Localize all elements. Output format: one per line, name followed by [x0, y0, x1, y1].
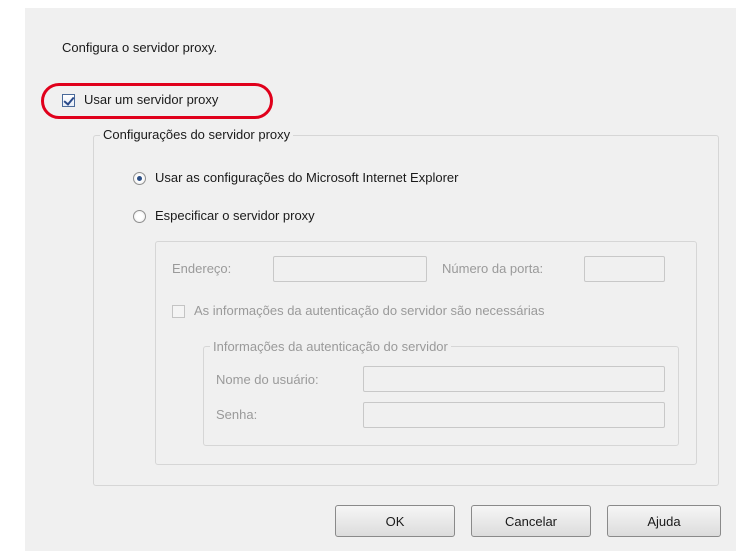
port-input[interactable]: [584, 256, 665, 282]
radio-use-ie-settings[interactable]: [133, 172, 146, 185]
cancel-button[interactable]: Cancelar: [471, 505, 591, 537]
auth-required-checkbox[interactable]: [172, 305, 185, 318]
use-proxy-label[interactable]: Usar um servidor proxy: [84, 92, 218, 108]
auth-info-title: Informações da autenticação do servidor: [210, 339, 451, 355]
auth-required-label[interactable]: As informações da autenticação do servid…: [194, 303, 544, 319]
auth-info-group: [203, 346, 679, 446]
help-button[interactable]: Ajuda: [607, 505, 721, 537]
password-input[interactable]: [363, 402, 665, 428]
use-proxy-checkbox[interactable]: [62, 94, 75, 107]
dialog-description: Configura o servidor proxy.: [62, 40, 218, 55]
address-input[interactable]: [273, 256, 427, 282]
username-input[interactable]: [363, 366, 665, 392]
address-label: Endereço:: [172, 261, 232, 276]
radio-use-ie-settings-label[interactable]: Usar as configurações do Microsoft Inter…: [155, 170, 458, 186]
radio-specify-proxy[interactable]: [133, 210, 146, 223]
proxy-settings-title: Configurações do servidor proxy: [100, 127, 294, 143]
username-label: Nome do usuário:: [216, 372, 319, 387]
radio-specify-proxy-label[interactable]: Especificar o servidor proxy: [155, 208, 315, 224]
ok-button[interactable]: OK: [335, 505, 455, 537]
password-label: Senha:: [216, 407, 258, 422]
port-label: Número da porta:: [442, 261, 544, 276]
